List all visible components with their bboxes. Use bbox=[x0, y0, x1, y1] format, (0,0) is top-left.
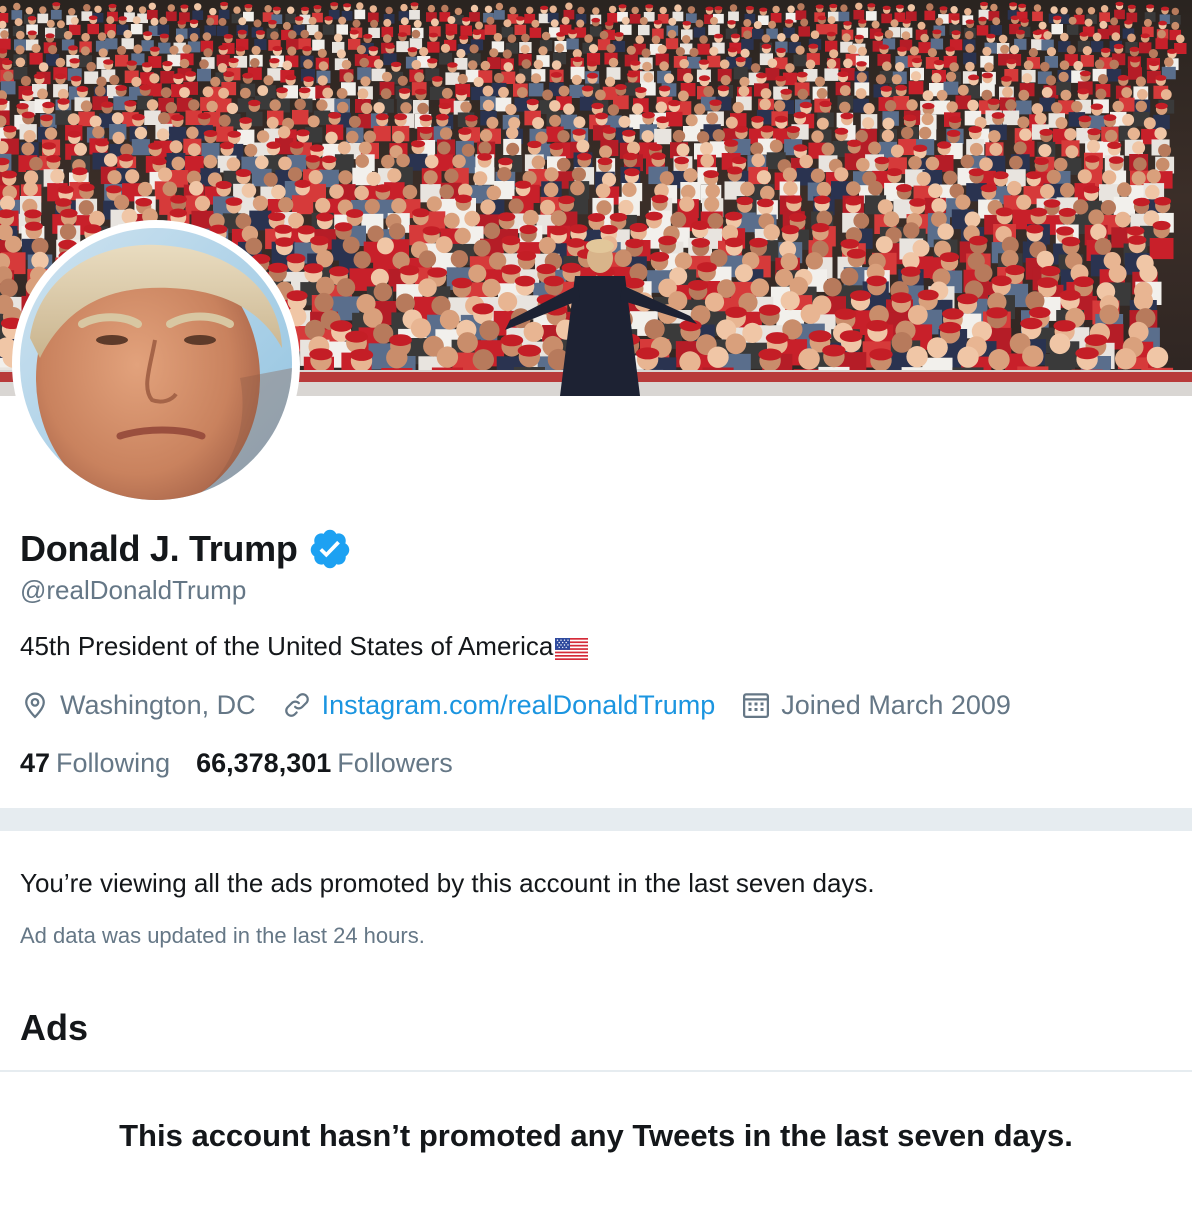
profile-meta-row: Washington, DC Instagram.com/realDonaldT… bbox=[20, 688, 1037, 722]
website-link[interactable]: Instagram.com/realDonaldTrump bbox=[322, 688, 716, 722]
location-text: Washington, DC bbox=[60, 690, 256, 720]
profile-name-row: Donald J. Trump bbox=[20, 526, 352, 572]
joined-text: Joined March 2009 bbox=[781, 690, 1011, 720]
website-item[interactable]: Instagram.com/realDonaldTrump bbox=[282, 688, 716, 722]
profile-stats-row: 47 Following 66,378,301 Followers bbox=[20, 746, 479, 780]
following-stat[interactable]: 47 Following bbox=[20, 746, 170, 780]
ads-updated-note: Ad data was updated in the last 24 hours… bbox=[20, 923, 425, 948]
followers-label: Followers bbox=[337, 748, 453, 778]
ads-empty-message: This account hasn’t promoted any Tweets … bbox=[119, 1118, 1073, 1153]
display-name: Donald J. Trump bbox=[20, 528, 298, 569]
ads-heading: Ads bbox=[20, 1007, 89, 1048]
ads-notice: You’re viewing all the ads promoted by t… bbox=[20, 868, 875, 898]
link-icon bbox=[282, 690, 312, 720]
joined-item: Joined March 2009 bbox=[741, 688, 1011, 722]
location-pin-icon bbox=[20, 690, 50, 720]
calendar-icon bbox=[741, 690, 771, 720]
following-count: 47 bbox=[20, 748, 51, 778]
profile-avatar[interactable] bbox=[12, 220, 300, 508]
location-item: Washington, DC bbox=[20, 688, 256, 722]
profile-handle: @realDonaldTrump bbox=[20, 575, 247, 605]
ads-divider bbox=[0, 1070, 1192, 1072]
followers-count: 66,378,301 bbox=[196, 748, 332, 778]
verified-badge-icon bbox=[308, 527, 352, 571]
us-flag-icon bbox=[555, 635, 589, 660]
profile-bio: 45th President of the United States of A… bbox=[20, 630, 589, 662]
followers-stat[interactable]: 66,378,301 Followers bbox=[196, 746, 453, 780]
avatar-photo bbox=[20, 228, 292, 500]
section-separator bbox=[0, 808, 1192, 831]
following-label: Following bbox=[56, 748, 171, 778]
bio-text: 45th President of the United States of A… bbox=[20, 631, 554, 661]
